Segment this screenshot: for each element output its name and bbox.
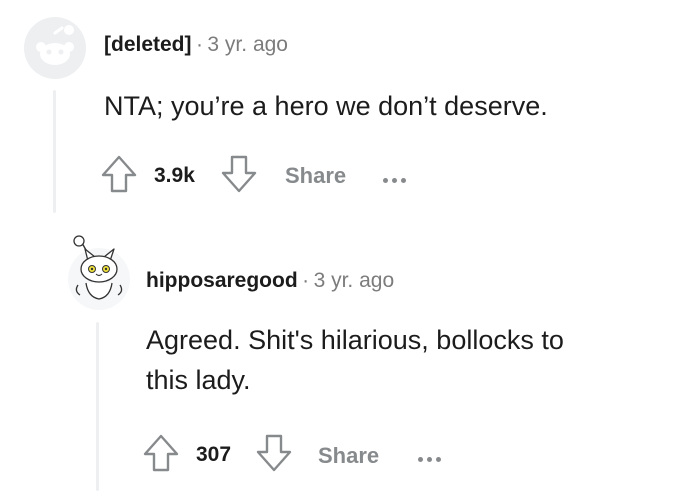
comment-body-line: this lady.	[146, 365, 251, 395]
downvote-button[interactable]	[220, 154, 258, 194]
comment-meta: hipposaregood · 3 yr. ago	[146, 269, 394, 293]
author-name[interactable]: [deleted]	[104, 33, 192, 56]
default-snoo-avatar-icon	[24, 17, 86, 79]
upvote-button[interactable]	[142, 433, 180, 473]
share-button[interactable]: Share	[318, 443, 379, 469]
timestamp[interactable]: 3 yr. ago	[314, 269, 395, 292]
upvote-button[interactable]	[100, 154, 138, 194]
thread-line[interactable]	[53, 90, 56, 213]
upvote-arrow-icon	[101, 155, 137, 193]
comment-meta: [deleted] · 3 yr. ago	[104, 33, 288, 57]
more-options-icon[interactable]	[418, 449, 445, 467]
upvote-arrow-icon	[143, 434, 179, 472]
comment-body: Agreed. Shit's hilarious, bollocks to th…	[146, 320, 564, 400]
vote-count: 307	[196, 443, 232, 466]
downvote-arrow-icon	[221, 155, 257, 193]
cat-snoo-avatar-icon	[68, 235, 130, 310]
meta-separator: ·	[302, 269, 310, 292]
thread-line[interactable]	[96, 322, 99, 491]
vote-count: 3.9k	[154, 164, 195, 187]
downvote-button[interactable]	[255, 433, 293, 473]
more-options-icon[interactable]	[383, 170, 410, 188]
comment-body: NTA; you’re a hero we don’t deserve.	[104, 91, 548, 121]
author-name[interactable]: hipposaregood	[146, 269, 298, 292]
avatar[interactable]	[68, 233, 130, 311]
downvote-arrow-icon	[256, 434, 292, 472]
comment-body-line: Agreed. Shit's hilarious, bollocks to	[146, 325, 564, 355]
share-button[interactable]: Share	[285, 163, 346, 189]
meta-separator: ·	[195, 33, 203, 56]
timestamp[interactable]: 3 yr. ago	[207, 33, 288, 56]
avatar[interactable]	[24, 17, 86, 79]
